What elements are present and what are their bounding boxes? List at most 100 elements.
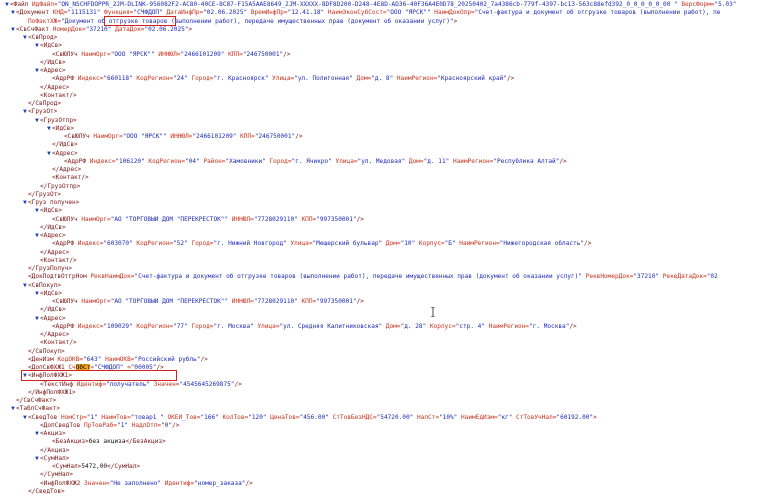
xml-attribute-value: "Документ об отгрузке товаров (выполнени… [61,17,454,25]
xml-tag: <СвЮЛУч [52,298,82,305]
xml-attribute-value: "60192.00" [556,413,594,421]
xml-tag: </ИдСв> [40,223,66,231]
xml-attribute-name: ИННЮЛ= [231,298,254,305]
xml-attribute-name: Район= [203,157,226,165]
xml-tag: <ГрузОтпр> [40,116,77,124]
xml-attribute-value: "77" [173,322,192,330]
xml-tag: /> [172,421,180,429]
xml-attribute-value: "0" [161,421,173,429]
xml-attribute-value: "1" [86,413,102,421]
xml-tag: <АдрРФ [52,240,78,248]
xml-tag: /> [569,322,577,330]
xml-line: <Контакт/> [0,92,768,100]
xml-line: </ИдСв> [0,224,768,232]
xml-line: ПоФактХЖ="Документ об отгрузке товаров (… [0,18,768,26]
xml-tag: <ИнфПолФХЖ1> [28,372,73,380]
xml-attribute-value: "стр. 4" [455,322,489,330]
xml-line: ▼<СвСчФакт НомерДок="37210" ДатаДок="02.… [0,26,768,34]
xml-line: </СумНал> [0,471,768,479]
xml-tag: /> [234,380,242,388]
xml-attribute-name: Дом= [385,240,401,248]
xml-tag: /> [559,157,567,165]
xml-tag: </Адрес> [52,166,82,173]
xml-tag: <Адрес> [40,232,66,239]
xml-attribute-name: ИННЮЛ= [231,215,254,223]
xml-tag: > [453,17,458,25]
xml-tag: <СвЮЛУч [64,133,94,140]
xml-line: <СумНал>5472,00</СумНал> [0,463,768,471]
xml-attribute-value: "246750001" [254,133,296,140]
xml-line: </ГрузПолуч> [0,265,768,273]
xml-line: </ГрузОт> [0,191,768,199]
xml-attribute-value: "Нижегородская область" [499,240,585,248]
xml-attribute-value: "д. 28" [400,322,430,330]
xml-attribute-value: "1115131" [67,9,105,17]
xml-tag: /> [156,364,164,371]
xml-line: </ИдСв> [0,59,768,67]
xml-attribute-name: КПП= [228,50,243,58]
xml-line: <ТекстИнф Идентиф="получатель" Значен="4… [0,381,768,389]
xml-attribute-name: КодРегион= [148,157,186,165]
xml-tag: </ИдСв> [52,141,78,149]
xml-attribute-value: "12.41.18" [287,9,328,17]
xml-attribute-value: "АО "ТОРГОВЫЙ ДОМ "ПЕРЕКРЕСТОК"" [110,298,232,305]
xml-text: без акциза [88,438,126,446]
xml-line: ▼<ИдСв> [0,290,768,298]
xml-tag: <ДопСвФХЖ1 [28,364,69,371]
xml-line: <СвЮЛУч НаимОрг="АО "ТОРГОВЫЙ ДОМ "ПЕРЕК… [0,216,768,224]
xml-attribute-name: КПП= [301,215,317,223]
xml-attribute-value: "106120" [115,157,149,165]
xml-attribute-value: "603070" [103,240,137,248]
xml-line: <ДопСведТов ПрТовРаб="1" НадлОтп="0"/> [0,422,768,430]
xml-tag: </ИдСв> [40,58,66,66]
xml-line: </ИдСв> [0,306,768,314]
xml-attribute-value: "получатель" [106,380,154,388]
xml-tag: <Адрес> [52,149,78,157]
xml-line: <Контакт/> [0,174,768,182]
xml-attribute-value: "ул. Средняя Калитниковская" [279,322,386,330]
xml-line: <АдрРФ Индекс="106120" КодРегион="04" Ра… [0,158,768,166]
xml-tag: <ТекстИнф [40,380,77,388]
xml-attribute-name: НаимРегион= [452,157,494,165]
xml-attribute-value: "00005" [130,364,157,371]
xml-attribute-name: НаимОрг= [81,215,111,223]
xml-tag: <Документ [16,9,53,17]
xml-tag: /> [283,50,291,58]
xml-attribute-name: ЦенаТов= [270,413,300,421]
xml-line: ▼<Груз получен> [0,199,768,207]
xml-tag: /> [507,75,515,83]
xml-attribute-name: Сч [68,364,76,371]
xml-attribute-name: НаимРегион= [396,75,438,83]
xml-line: </Адрес> [0,84,768,92]
xml-tag: </ГрузОтпр> [40,182,81,190]
xml-line: ▼<СведТов НомСтр="1" НаимТов="товар1 " О… [0,414,768,422]
xml-line: <АдрРФ Индекс="660118" КодРегион="24" Го… [0,75,768,83]
xml-line: ▼<Документ КНД="1115131" Функция="СЧФДОП… [0,9,768,17]
xml-line: ▼<Адрес> [0,232,768,240]
xml-attribute-value: "д. 11" [423,157,453,165]
xml-tag: </ГрузОт> [28,190,62,198]
xml-attribute-name: НаимРегион= [459,240,500,248]
xml-tag: <Файл [10,1,33,8]
xml-tag: </ГрузПолуч> [28,265,73,272]
xml-attribute-value: "ООО "ЯРСК"" [110,50,159,58]
xml-line: ▼<ТаблСчФакт> [0,405,768,413]
xml-line: ▼<Адрес> [0,67,768,75]
xml-tree-view: ▼<Файл ИдФайл="ON_NSCHFDOPPR_2JM-DLINK-9… [0,1,768,496]
xml-tag: </Адрес> [40,331,70,338]
xml-tag: /> [356,298,364,305]
xml-attribute-name: СтТовБезНДС= [332,413,377,421]
xml-line: <СвЮЛУч НаимОрг="ООО "ЯРСК"" ИННЮЛ="2466… [0,133,768,141]
xml-tag: </СвСчФакт> [16,397,57,404]
xml-attribute-value: "04" [185,157,204,165]
xml-tag: </СвПрод> [28,100,62,107]
xml-line: ▼<ГрузОтпр> [0,117,768,125]
xml-attribute-name: ВремИнфПр= [250,9,288,17]
xml-attribute-name: Город= [191,240,214,248]
xml-attribute-value: "37210" [633,273,663,281]
xml-attribute-value: "456.00" [299,413,333,421]
xml-attribute-name: Улица= [290,240,313,248]
search-highlight: ОбСт [75,364,91,371]
xml-attribute-name: НаимОрг= [81,298,111,305]
xml-line: ▼<ИнфПолФХЖ1> [0,372,768,380]
